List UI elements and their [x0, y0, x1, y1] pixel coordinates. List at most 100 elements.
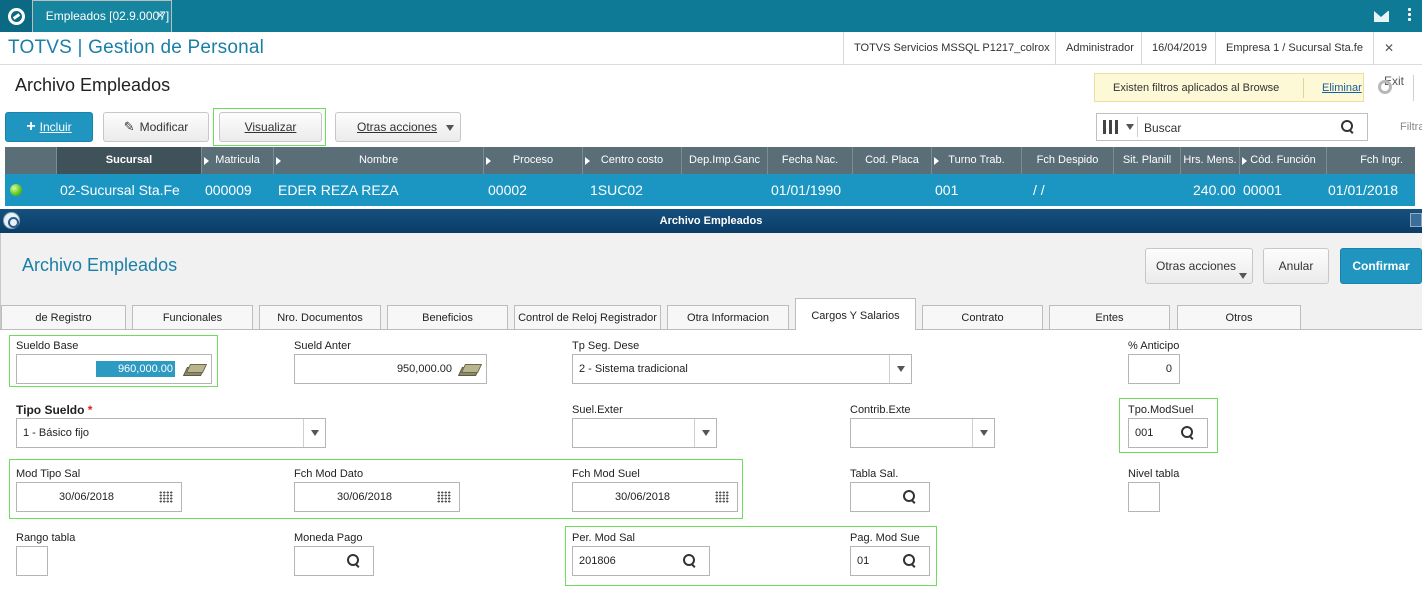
exit-button[interactable]: ✕ Exit — [1373, 32, 1422, 88]
modificar-button[interactable]: ✎ Modificar — [103, 112, 209, 142]
sueld-anter-field[interactable]: 950,000.00 — [294, 354, 487, 384]
tab-de-registro[interactable]: de Registro — [1, 305, 126, 329]
tp-seg-dese-select[interactable]: 2 - Sistema tradicional — [572, 354, 912, 384]
search-input[interactable]: Buscar — [1144, 121, 1181, 135]
grid-col-hrs-mens[interactable]: Hrs. Mens. — [1181, 147, 1240, 174]
filter-notice: Existen filtros aplicados al Browse Elim… — [1094, 73, 1364, 102]
tab-funcionales[interactable]: Funcionales — [132, 305, 253, 329]
totvs-logo-icon[interactable] — [0, 0, 32, 32]
close-tab-icon[interactable]: ✕ — [156, 1, 165, 31]
close-window-icon[interactable] — [1410, 213, 1422, 227]
tab-nro-documentos[interactable]: Nro. Documentos — [259, 305, 381, 329]
grid-col-fecha-nac[interactable]: Fecha Nac. — [768, 147, 853, 174]
grid-col-cod-funcion[interactable]: Cód. Función — [1240, 147, 1327, 174]
anular-button[interactable]: Anular — [1263, 248, 1329, 284]
label-sueld-anter: Sueld Anter — [294, 340, 351, 352]
pencil-icon: ✎ — [123, 119, 135, 134]
highlight-per-pag-mod — [565, 526, 937, 586]
tab-otra-informacion[interactable]: Otra Informacion — [667, 305, 789, 329]
modal-tabs: de Registro Funcionales Nro. Documentos … — [0, 298, 1422, 330]
grid-col-fch-despido[interactable]: Fch Despido — [1022, 147, 1114, 174]
dropdown-caret-icon[interactable] — [897, 366, 905, 372]
tab-contrato[interactable]: Contrato — [922, 305, 1043, 329]
label-contrib-exte: Contrib.Exte — [850, 404, 911, 416]
search-box[interactable]: Buscar — [1096, 113, 1368, 141]
dropdown-caret-icon[interactable] — [311, 430, 319, 436]
grid-col-matricula[interactable]: Matricula — [202, 147, 274, 174]
mail-icon[interactable] — [1366, 0, 1396, 32]
grid-col-centro-costo[interactable]: Centro costo — [583, 147, 682, 174]
label-anticipo: % Anticipo — [1128, 340, 1180, 352]
confirmar-button[interactable]: Confirmar — [1340, 248, 1422, 284]
dropdown-caret-icon[interactable] — [702, 430, 710, 436]
employees-grid: Sucursal Matricula Nombre Proceso Centro… — [5, 147, 1415, 206]
tab-control-reloj[interactable]: Control de Reloj Registrador — [514, 305, 661, 329]
window-icon — [3, 212, 20, 229]
app-tab-label: Empleados [02.9.0007] — [45, 9, 170, 23]
search-icon[interactable] — [1341, 120, 1355, 134]
label-tp-seg-dese: Tp Seg. Dese — [572, 340, 640, 352]
label-suel-exter: Suel.Exter — [572, 404, 623, 416]
search-icon[interactable] — [903, 490, 917, 504]
moneda-pago-field[interactable] — [294, 546, 374, 576]
cell-proceso: 00002 — [488, 182, 527, 198]
rango-tabla-field[interactable] — [16, 546, 48, 576]
settings-gear-icon[interactable] — [1378, 80, 1392, 94]
top-bar: Empleados [02.9.0007] ✕ — [0, 0, 1422, 32]
grid-col-status — [5, 147, 57, 174]
grid-col-cod-placa[interactable]: Cod. Placa — [853, 147, 932, 174]
search-dropdown-icon[interactable] — [1126, 124, 1134, 130]
incluir-button[interactable]: + Incluir — [5, 112, 93, 142]
company-info[interactable]: Empresa 1 / Sucursal Sta.fe — [1215, 32, 1373, 65]
grid-col-sucursal[interactable]: Sucursal — [57, 147, 202, 174]
cell-turno: 001 — [935, 182, 959, 198]
grid-col-nombre[interactable]: Nombre — [274, 147, 484, 174]
label-tabla-sal: Tabla Sal. — [850, 468, 899, 480]
grid-col-proceso[interactable]: Proceso — [484, 147, 583, 174]
highlight-sueldo-base — [9, 335, 218, 387]
anticipo-field[interactable]: 0 — [1128, 354, 1180, 384]
grid-col-fch-ingr[interactable]: Fch Ingr. — [1327, 147, 1415, 174]
plus-icon: + — [26, 118, 36, 135]
table-row[interactable]: 02-Sucursal Sta.Fe 000009 EDER REZA REZA… — [5, 174, 1415, 206]
server-info: TOTVS Servicios MSSQL P1217_colrox — [843, 32, 1060, 65]
modal-otras-acciones-button[interactable]: Otras acciones — [1145, 248, 1253, 284]
grid-header: Sucursal Matricula Nombre Proceso Centro… — [5, 147, 1415, 174]
tab-otros[interactable]: Otros — [1177, 305, 1301, 329]
tab-beneficios[interactable]: Beneficios — [387, 305, 508, 329]
dropdown-caret-icon — [1239, 273, 1247, 279]
more-options-icon[interactable] — [1408, 8, 1412, 24]
cell-sucursal: 02-Sucursal Sta.Fe — [60, 182, 180, 198]
dropdown-caret-icon[interactable] — [980, 430, 988, 436]
nivel-tabla-field[interactable] — [1128, 482, 1160, 512]
money-icon[interactable] — [460, 364, 478, 375]
grid-col-dep-imp-ganc[interactable]: Dep.Imp.Ganc — [682, 147, 768, 174]
suel-exter-select[interactable] — [572, 418, 717, 448]
highlight-visualizar — [213, 108, 326, 146]
app-title: TOTVS | Gestion de Personal — [8, 37, 265, 58]
search-icon[interactable] — [347, 554, 361, 568]
tipo-sueldo-select[interactable]: 1 - Básico fijo — [16, 418, 326, 448]
app-tab-empleados[interactable]: Empleados [02.9.0007] ✕ — [32, 0, 172, 32]
tab-cargos-y-salarios[interactable]: Cargos Y Salarios — [795, 298, 916, 330]
otras-acciones-button[interactable]: Otras acciones — [335, 112, 461, 142]
columns-icon[interactable] — [1103, 120, 1119, 134]
modal-titlebar[interactable]: Archivo Empleados — [0, 209, 1422, 233]
tabla-sal-field[interactable] — [850, 482, 930, 512]
remove-filter-link[interactable]: Eliminar — [1322, 82, 1362, 94]
label-rango-tabla: Rango tabla — [16, 532, 76, 544]
grid-col-turno-trab[interactable]: Turno Trab. — [932, 147, 1022, 174]
filtrar-label[interactable]: Filtra — [1400, 121, 1422, 133]
label-moneda-pago: Moneda Pago — [294, 532, 363, 544]
modal-title: Archivo Empleados — [22, 255, 178, 275]
tab-entes[interactable]: Entes — [1049, 305, 1170, 329]
cell-cod-funcion: 00001 — [1243, 182, 1282, 198]
highlight-mod-dates — [9, 459, 743, 519]
highlight-tpo-modsuel — [1119, 398, 1218, 453]
label-nivel-tabla: Nivel tabla — [1128, 468, 1180, 480]
date-info: 16/04/2019 — [1141, 32, 1217, 65]
grid-col-sit-planill[interactable]: Sit. Planill — [1114, 147, 1181, 174]
modal-window-title: Archivo Empleados — [659, 215, 763, 227]
contrib-exte-select[interactable] — [850, 418, 995, 448]
status-active-icon — [10, 184, 22, 196]
